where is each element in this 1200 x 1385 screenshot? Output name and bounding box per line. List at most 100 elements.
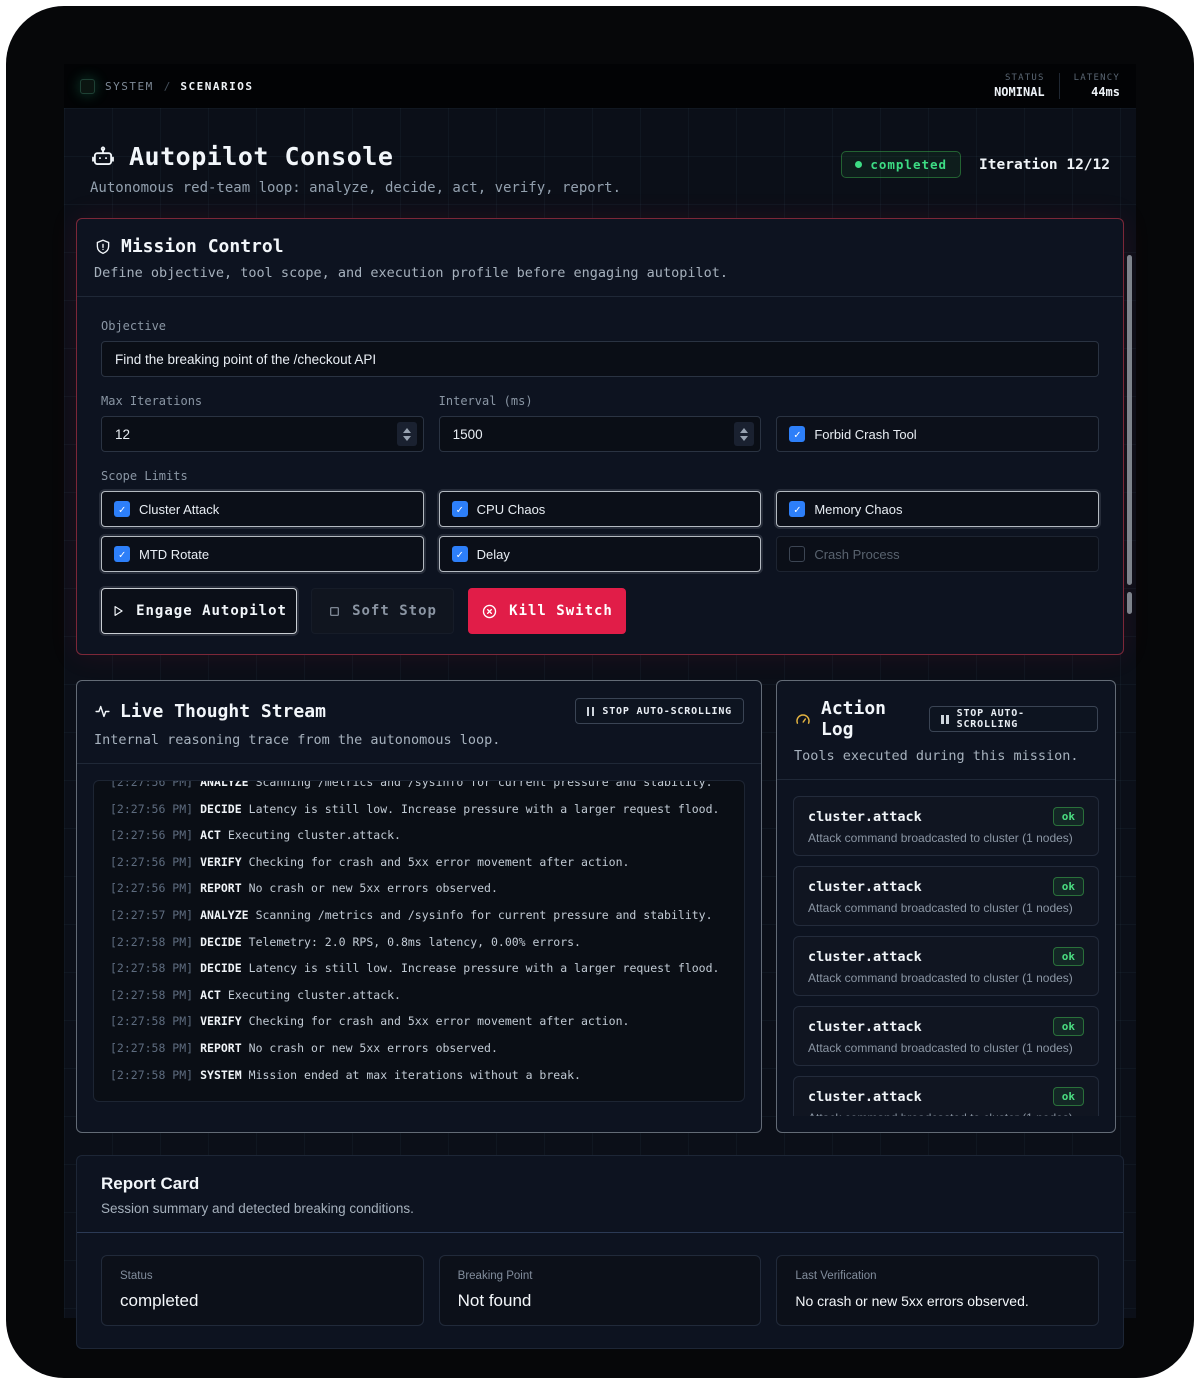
pause-icon — [941, 715, 949, 724]
mission-control-panel: Mission Control Define objective, tool s… — [76, 218, 1124, 655]
stop-autoscroll-button[interactable]: STOP AUTO-SCROLLING — [929, 706, 1098, 732]
max-iterations-label: Max Iterations — [101, 394, 424, 408]
scope-limits-label: Scope Limits — [101, 469, 1099, 483]
nav-status-area: STATUS NOMINAL LATENCY 44ms — [994, 73, 1120, 99]
log-entry: [2:27:56 PM]ACTExecuting cluster.attack. — [110, 822, 728, 849]
stepper-icon[interactable] — [397, 422, 417, 446]
log-entry: [2:27:57 PM]ANALYZEScanning /metrics and… — [110, 902, 728, 929]
report-card-panel: Report Card Session summary and detected… — [76, 1155, 1124, 1349]
robot-icon — [90, 144, 116, 170]
mission-control-subtitle: Define objective, tool scope, and execut… — [94, 265, 1106, 281]
app-window: SYSTEM / SCENARIOS STATUS NOMINAL LATENC… — [64, 64, 1136, 1318]
log-entry: [2:27:58 PM]DECIDELatency is still low. … — [110, 955, 728, 982]
checkbox-unchecked-icon — [789, 546, 805, 562]
log-entry: [2:27:56 PM]REPORTNo crash or new 5xx er… — [110, 875, 728, 902]
action-log-panel: Action Log STOP AUTO-SCROLLING Tools exe… — [776, 680, 1116, 1133]
log-entry: [2:27:58 PM]REPORTNo crash or new 5xx er… — [110, 1035, 728, 1062]
action-log-entry: cluster.attack ok Attack command broadca… — [793, 1006, 1099, 1066]
log-entry: [2:27:56 PM]VERIFYChecking for crash and… — [110, 849, 728, 876]
top-nav-bar: SYSTEM / SCENARIOS STATUS NOMINAL LATENC… — [64, 64, 1136, 108]
status-dot-icon — [855, 161, 862, 168]
x-circle-icon — [481, 603, 498, 620]
objective-label: Objective — [101, 319, 1099, 333]
gauge-icon — [794, 710, 812, 728]
breadcrumb-system[interactable]: SYSTEM — [105, 80, 154, 93]
app-logo-icon[interactable] — [80, 79, 95, 94]
status-badge: completed — [841, 151, 961, 178]
scrollbar-thumb[interactable] — [1127, 592, 1132, 614]
mission-control-header: Mission Control Define objective, tool s… — [77, 219, 1123, 297]
max-iterations-input[interactable]: 12 — [101, 416, 424, 452]
scope-checkbox-mtd-rotate[interactable]: MTD Rotate — [101, 536, 424, 572]
status-label: STATUS — [1005, 73, 1045, 83]
action-log-entry: cluster.attack ok Attack command broadca… — [793, 936, 1099, 996]
interval-input[interactable]: 1500 — [439, 416, 762, 452]
stop-autoscroll-button[interactable]: STOP AUTO-SCROLLING — [575, 698, 744, 724]
ok-badge: ok — [1053, 807, 1084, 826]
objective-input[interactable]: Find the breaking point of the /checkout… — [101, 341, 1099, 377]
action-log-entry: cluster.attack ok Attack command broadca… — [793, 1076, 1099, 1116]
report-card-title: Report Card — [101, 1174, 1099, 1194]
play-icon — [111, 604, 125, 618]
page-title: Autopilot Console — [129, 142, 393, 171]
last-verification-stat-card: Last Verification No crash or new 5xx er… — [776, 1255, 1099, 1326]
breadcrumb: SYSTEM / SCENARIOS — [80, 79, 253, 94]
page-header: Autopilot Console Autonomous red-team lo… — [76, 134, 1124, 196]
log-entry-clipped: [2:27:56 PM]ANALYZEScanning /metrics and… — [110, 780, 728, 796]
checkbox-checked-icon — [789, 501, 805, 517]
log-entry: [2:27:56 PM]DECIDELatency is still low. … — [110, 796, 728, 823]
breaking-point-stat-card: Breaking Point Not found — [439, 1255, 762, 1326]
latency-value: 44ms — [1091, 85, 1120, 99]
action-log-header: Action Log STOP AUTO-SCROLLING Tools exe… — [777, 681, 1115, 780]
checkbox-checked-icon — [452, 546, 468, 562]
scope-checkbox-cpu-chaos[interactable]: CPU Chaos — [439, 491, 762, 527]
mission-control-title: Mission Control — [121, 236, 284, 257]
latency-indicator: LATENCY 44ms — [1074, 73, 1120, 99]
status-stat-card: Status completed — [101, 1255, 424, 1326]
forbid-crash-tool-checkbox[interactable]: Forbid Crash Tool — [776, 416, 1099, 452]
stop-square-icon — [328, 605, 341, 618]
log-entry: [2:27:58 PM]VERIFYChecking for crash and… — [110, 1008, 728, 1035]
thought-stream-subtitle: Internal reasoning trace from the autono… — [94, 732, 744, 748]
nav-divider — [1059, 73, 1060, 99]
ok-badge: ok — [1053, 1087, 1084, 1106]
scrollbar-thumb[interactable] — [1127, 255, 1132, 585]
status-badge-label: completed — [870, 157, 947, 172]
checkbox-checked-icon — [789, 426, 805, 442]
scope-checkbox-cluster-attack[interactable]: Cluster Attack — [101, 491, 424, 527]
kill-switch-button[interactable]: Kill Switch — [468, 588, 626, 634]
action-log-subtitle: Tools executed during this mission. — [794, 748, 1098, 764]
status-indicator: STATUS NOMINAL — [994, 73, 1045, 99]
scope-checkbox-memory-chaos[interactable]: Memory Chaos — [776, 491, 1099, 527]
log-entry: [2:27:58 PM]SYSTEMMission ended at max i… — [110, 1062, 728, 1089]
device-frame: SYSTEM / SCENARIOS STATUS NOMINAL LATENC… — [6, 6, 1194, 1378]
report-card-subtitle: Session summary and detected breaking co… — [101, 1201, 1099, 1216]
interval-label: Interval (ms) — [439, 394, 762, 408]
action-log-title: Action Log — [821, 698, 929, 740]
live-thought-stream-panel: Live Thought Stream STOP AUTO-SCROLLING … — [76, 680, 762, 1133]
pause-icon — [587, 707, 595, 716]
ok-badge: ok — [1053, 1017, 1084, 1036]
engage-autopilot-button[interactable]: Engage Autopilot — [101, 588, 297, 634]
thought-stream-log[interactable]: [2:27:56 PM]ANALYZEScanning /metrics and… — [93, 780, 745, 1102]
forbid-spacer — [776, 394, 1099, 408]
log-entry: [2:27:58 PM]ACTExecuting cluster.attack. — [110, 982, 728, 1009]
soft-stop-button[interactable]: Soft Stop — [311, 588, 454, 634]
scope-checkbox-delay[interactable]: Delay — [439, 536, 762, 572]
main-content: Autopilot Console Autonomous red-team lo… — [64, 108, 1136, 1318]
breadcrumb-scenarios[interactable]: SCENARIOS — [180, 80, 253, 93]
report-card-header: Report Card Session summary and detected… — [77, 1156, 1123, 1233]
checkbox-checked-icon — [114, 546, 130, 562]
breadcrumb-separator: / — [164, 80, 171, 93]
scope-checkbox-crash-process[interactable]: Crash Process — [776, 536, 1099, 572]
iteration-counter: Iteration 12/12 — [979, 157, 1110, 173]
shield-icon — [94, 238, 112, 256]
action-log-list[interactable]: cluster.attack ok Attack command broadca… — [793, 796, 1099, 1116]
activity-icon — [94, 703, 111, 720]
page-subtitle: Autonomous red-team loop: analyze, decid… — [90, 180, 621, 196]
checkbox-checked-icon — [452, 501, 468, 517]
ok-badge: ok — [1053, 947, 1084, 966]
action-log-entry: cluster.attack ok Attack command broadca… — [793, 796, 1099, 856]
latency-label: LATENCY — [1074, 73, 1120, 83]
stepper-icon[interactable] — [734, 422, 754, 446]
